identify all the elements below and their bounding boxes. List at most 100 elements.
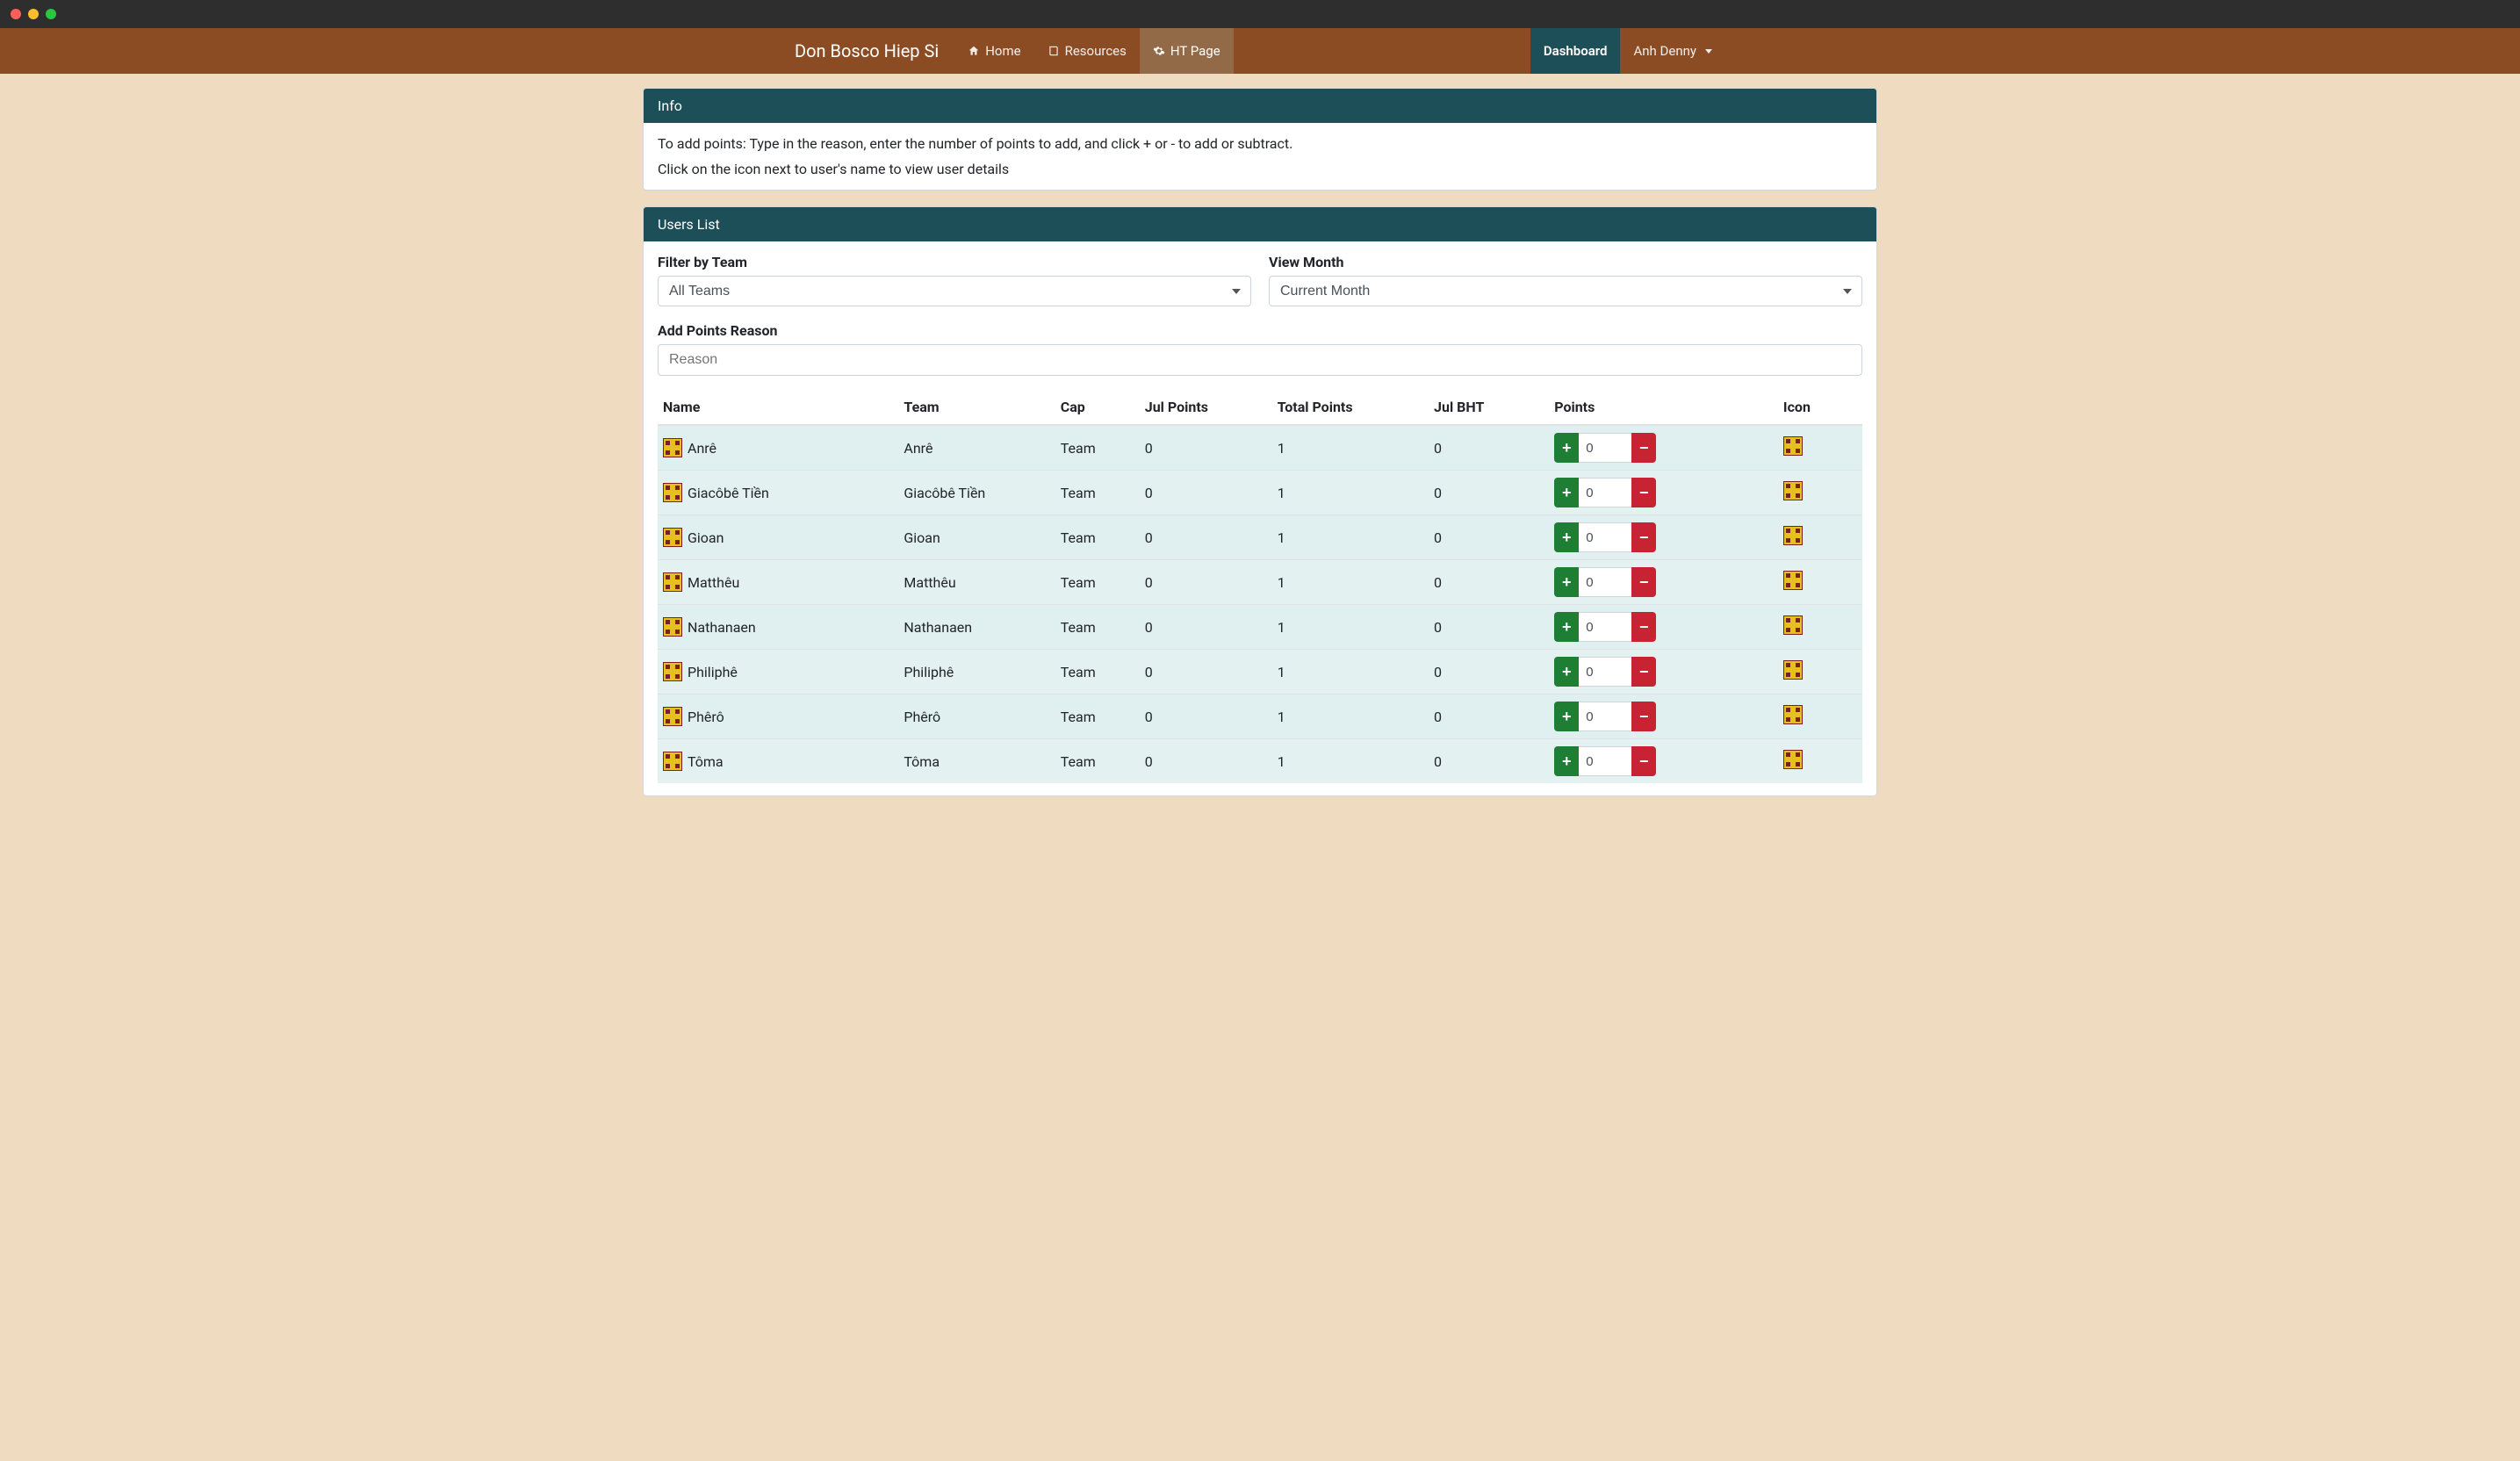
avatar-icon[interactable] — [1783, 526, 1803, 545]
user-cap: Team — [1055, 695, 1140, 739]
user-name: Philiphê — [688, 664, 738, 680]
user-julbht: 0 — [1429, 471, 1549, 515]
add-points-button[interactable]: + — [1554, 612, 1579, 642]
nav-home[interactable]: Home — [954, 28, 1033, 74]
navbar: Don Bosco Hiep Si Home Resources HT Page… — [0, 28, 2520, 74]
view-month-select[interactable]: Current Month — [1269, 276, 1862, 306]
table-row: PhêrôPhêrôTeam010+− — [658, 695, 1862, 739]
nav-right: Dashboard Anh Denny — [1530, 28, 1725, 74]
filter-team-select[interactable]: All Teams — [658, 276, 1251, 306]
subtract-points-button[interactable]: − — [1631, 567, 1656, 597]
points-input[interactable] — [1579, 612, 1631, 642]
subtract-points-button[interactable]: − — [1631, 702, 1656, 731]
user-totalpoints: 1 — [1272, 560, 1429, 605]
user-julpoints: 0 — [1140, 650, 1272, 695]
avatar-icon[interactable] — [1783, 705, 1803, 724]
user-cap: Team — [1055, 739, 1140, 784]
add-points-button[interactable]: + — [1554, 567, 1579, 597]
user-name: Giacôbê Tiền — [688, 485, 769, 501]
nav-htpage[interactable]: HT Page — [1140, 28, 1234, 74]
nav-user-menu[interactable]: Anh Denny — [1620, 28, 1725, 74]
avatar-icon[interactable] — [1783, 436, 1803, 456]
user-team: Gioan — [898, 515, 1055, 560]
user-julbht: 0 — [1429, 515, 1549, 560]
points-input-group: +− — [1554, 702, 1656, 731]
avatar-icon[interactable] — [1783, 481, 1803, 500]
subtract-points-button[interactable]: − — [1631, 612, 1656, 642]
user-julpoints: 0 — [1140, 515, 1272, 560]
col-julpoints: Jul Points — [1140, 390, 1272, 425]
filter-team-label: Filter by Team — [658, 254, 1251, 270]
user-team: Phêrô — [898, 695, 1055, 739]
col-totalpoints: Total Points — [1272, 390, 1429, 425]
avatar-icon[interactable] — [663, 617, 682, 637]
close-window-icon[interactable] — [11, 9, 21, 19]
user-totalpoints: 1 — [1272, 425, 1429, 471]
user-julbht: 0 — [1429, 425, 1549, 471]
points-input[interactable] — [1579, 702, 1631, 731]
avatar-icon[interactable] — [663, 752, 682, 771]
book-icon — [1048, 45, 1060, 57]
user-totalpoints: 1 — [1272, 515, 1429, 560]
col-team: Team — [898, 390, 1055, 425]
user-cap: Team — [1055, 425, 1140, 471]
avatar-icon[interactable] — [663, 528, 682, 547]
user-julbht: 0 — [1429, 605, 1549, 650]
reason-input[interactable] — [658, 344, 1862, 376]
nav-resources-label: Resources — [1065, 43, 1127, 59]
add-points-button[interactable]: + — [1554, 746, 1579, 776]
points-input[interactable] — [1579, 522, 1631, 552]
subtract-points-button[interactable]: − — [1631, 433, 1656, 463]
avatar-icon[interactable] — [1783, 615, 1803, 635]
table-row: Giacôbê TiềnGiacôbê TiềnTeam010+− — [658, 471, 1862, 515]
avatar-icon[interactable] — [663, 707, 682, 726]
info-text-line2: Click on the icon next to user's name to… — [658, 161, 1862, 177]
col-julbht: Jul BHT — [1429, 390, 1549, 425]
avatar-icon[interactable] — [1783, 660, 1803, 680]
subtract-points-button[interactable]: − — [1631, 746, 1656, 776]
user-name: Matthêu — [688, 574, 739, 591]
subtract-points-button[interactable]: − — [1631, 478, 1656, 507]
view-month-col: View Month Current Month — [1269, 254, 1862, 306]
add-points-button[interactable]: + — [1554, 702, 1579, 731]
maximize-window-icon[interactable] — [46, 9, 56, 19]
subtract-points-button[interactable]: − — [1631, 522, 1656, 552]
points-input[interactable] — [1579, 746, 1631, 776]
points-input[interactable] — [1579, 567, 1631, 597]
subtract-points-button[interactable]: − — [1631, 657, 1656, 687]
add-points-button[interactable]: + — [1554, 657, 1579, 687]
minimize-window-icon[interactable] — [28, 9, 39, 19]
nav-resources[interactable]: Resources — [1034, 28, 1140, 74]
add-points-button[interactable]: + — [1554, 522, 1579, 552]
user-name: Phêrô — [688, 709, 724, 725]
points-input[interactable] — [1579, 657, 1631, 687]
window-titlebar — [0, 0, 2520, 28]
avatar-icon[interactable] — [663, 483, 682, 502]
points-input-group: +− — [1554, 657, 1656, 687]
users-table: Name Team Cap Jul Points Total Points Ju… — [658, 390, 1862, 783]
add-points-button[interactable]: + — [1554, 478, 1579, 507]
avatar-icon[interactable] — [1783, 571, 1803, 590]
points-input-group: +− — [1554, 522, 1656, 552]
avatar-icon[interactable] — [663, 662, 682, 681]
points-input[interactable] — [1579, 433, 1631, 463]
user-cap: Team — [1055, 650, 1140, 695]
avatar-icon[interactable] — [663, 572, 682, 592]
user-team: Anrê — [898, 425, 1055, 471]
users-list-body: Filter by Team All Teams View Month Curr… — [644, 241, 1876, 795]
nav-dashboard[interactable]: Dashboard — [1530, 28, 1621, 74]
avatar-icon[interactable] — [1783, 750, 1803, 769]
user-cap: Team — [1055, 560, 1140, 605]
add-points-button[interactable]: + — [1554, 433, 1579, 463]
points-input-group: +− — [1554, 746, 1656, 776]
user-cap: Team — [1055, 605, 1140, 650]
user-team: Matthêu — [898, 560, 1055, 605]
avatar-icon[interactable] — [663, 438, 682, 457]
brand[interactable]: Don Bosco Hiep Si — [795, 28, 954, 74]
info-panel: Info To add points: Type in the reason, … — [643, 88, 1877, 191]
user-team: Giacôbê Tiền — [898, 471, 1055, 515]
points-input[interactable] — [1579, 478, 1631, 507]
nav-htpage-label: HT Page — [1170, 43, 1220, 59]
chevron-down-icon — [1705, 49, 1712, 54]
user-julbht: 0 — [1429, 650, 1549, 695]
